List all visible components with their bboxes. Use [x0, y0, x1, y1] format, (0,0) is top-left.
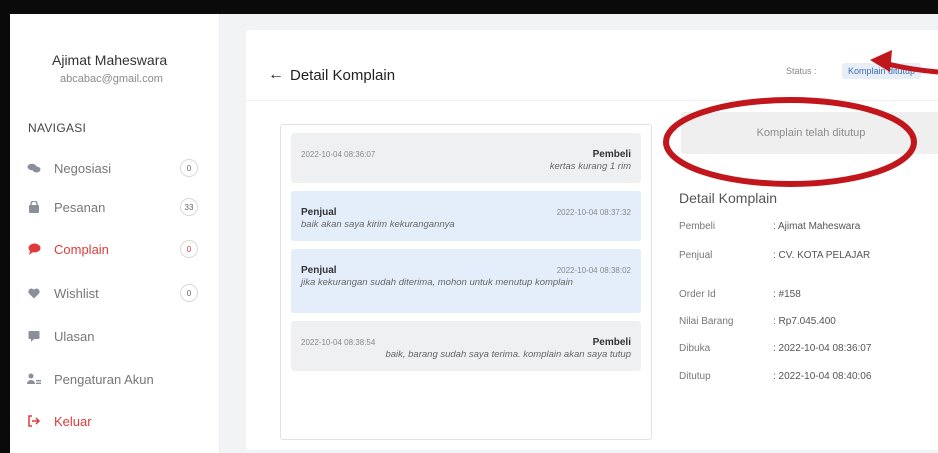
detail-row-item-value: Nilai Barang : Rp7.045.400 [679, 316, 938, 327]
bag-icon [26, 199, 42, 215]
detail-row-closed: Ditutup : 2022-10-04 08:40:06 [679, 371, 938, 382]
complaint-detail-card: ← Detail Komplain Status : Komplain ditu… [246, 30, 938, 450]
message-text: kertas kurang 1 rim [549, 161, 631, 172]
user-name: Ajimat Maheswara [52, 52, 168, 68]
back-arrow-icon[interactable]: ← [268, 66, 284, 84]
status-label: Status : [786, 66, 817, 76]
user-settings-icon [26, 371, 42, 387]
page-header: ← Detail Komplain [268, 66, 395, 84]
sidebar-item-pengaturan-akun[interactable]: Pengaturan Akun [22, 366, 212, 392]
detail-value: : 2022-10-04 08:40:06 [773, 371, 872, 382]
count-badge: 0 [180, 240, 198, 258]
message-text: jika kekurangan sudah diterima, mohon un… [301, 277, 573, 288]
sidebar-item-label: Complain [54, 241, 109, 257]
detail-label: Order Id [679, 289, 716, 300]
detail-row-buyer: Pembeli : Ajimat Maheswara [679, 221, 938, 232]
chat-message-buyer: 2022-10-04 08:36:07 Pembeli kertas kuran… [291, 133, 641, 183]
message-timestamp: 2022-10-04 08:36:07 [301, 150, 376, 159]
message-timestamp: 2022-10-04 08:37:32 [556, 208, 631, 217]
nav-heading: NAVIGASI [28, 121, 87, 135]
detail-value: : 2022-10-04 08:36:07 [773, 343, 872, 354]
sidebar-item-keluar[interactable]: Keluar [22, 408, 212, 434]
chat-message-seller: Penjual 2022-10-04 08:38:02 jika kekuran… [291, 249, 641, 313]
message-text: baik akan saya kirim kekurangannya [301, 219, 455, 230]
message-sender: Penjual [301, 207, 337, 218]
detail-row-seller: Penjual : CV. KOTA PELAJAR [679, 250, 938, 261]
sidebar-item-wishlist[interactable]: Wishlist 0 [22, 280, 212, 306]
count-badge: 0 [180, 159, 198, 177]
status-badge: Komplain ditutup [842, 63, 922, 79]
sidebar-item-label: Pengaturan Akun [54, 371, 154, 387]
header-divider [246, 100, 938, 101]
sidebar-item-label: Wishlist [54, 285, 99, 301]
detail-value: : Rp7.045.400 [773, 316, 836, 327]
chat-icon [26, 241, 42, 257]
message-text: baik, barang sudah saya terima. komplain… [385, 349, 631, 360]
sidebar-item-complain[interactable]: Complain 0 [22, 236, 212, 262]
detail-row-opened: Dibuka : 2022-10-04 08:36:07 [679, 343, 938, 354]
count-badge: 0 [180, 284, 198, 302]
comment-icon [26, 328, 42, 344]
sidebar-item-ulasan[interactable]: Ulasan [22, 323, 212, 349]
detail-label: Penjual [679, 250, 713, 261]
message-timestamp: 2022-10-04 08:38:02 [556, 266, 631, 275]
detail-value: : CV. KOTA PELAJAR [773, 250, 871, 261]
detail-section-title: Detail Komplain [679, 190, 778, 206]
message-timestamp: 2022-10-04 08:38:54 [301, 338, 376, 347]
detail-label: Dibuka [679, 343, 711, 354]
detail-label: Pembeli [679, 221, 716, 232]
detail-value: : #158 [773, 289, 801, 300]
detail-row-order-id: Order Id : #158 [679, 289, 938, 300]
detail-value: : Ajimat Maheswara [773, 221, 861, 232]
heart-icon [26, 285, 42, 301]
sidebar-item-label: Negosiasi [54, 160, 112, 176]
chat-history[interactable]: 2022-10-04 08:36:07 Pembeli kertas kuran… [280, 124, 652, 440]
user-email: abcabac@gmail.com [60, 73, 163, 85]
page-title: Detail Komplain [290, 66, 396, 84]
complaint-closed-notice: Komplain telah ditutup [681, 112, 938, 154]
sidebar-item-pesanan[interactable]: Pesanan 33 [22, 194, 212, 220]
message-sender: Pembeli [592, 337, 631, 348]
detail-label: Nilai Barang [679, 316, 734, 327]
detail-label: Ditutup [679, 371, 711, 382]
message-sender: Pembeli [592, 149, 631, 160]
sidebar-item-negosiasi[interactable]: Negosiasi 0 [22, 155, 212, 181]
message-sender: Penjual [301, 265, 337, 276]
app-viewport: Ajimat Maheswara abcabac@gmail.com NAVIG… [10, 14, 938, 453]
logout-icon [26, 413, 42, 429]
sidebar-item-label: Ulasan [54, 328, 95, 344]
sidebar-item-label: Pesanan [54, 199, 106, 215]
handshake-icon [26, 160, 42, 176]
chat-message-seller: Penjual 2022-10-04 08:37:32 baik akan sa… [291, 191, 641, 241]
count-badge: 33 [180, 198, 198, 216]
sidebar: Ajimat Maheswara abcabac@gmail.com NAVIG… [10, 14, 220, 453]
sidebar-item-label: Keluar [54, 413, 92, 429]
chat-message-buyer: 2022-10-04 08:38:54 Pembeli baik, barang… [291, 321, 641, 371]
